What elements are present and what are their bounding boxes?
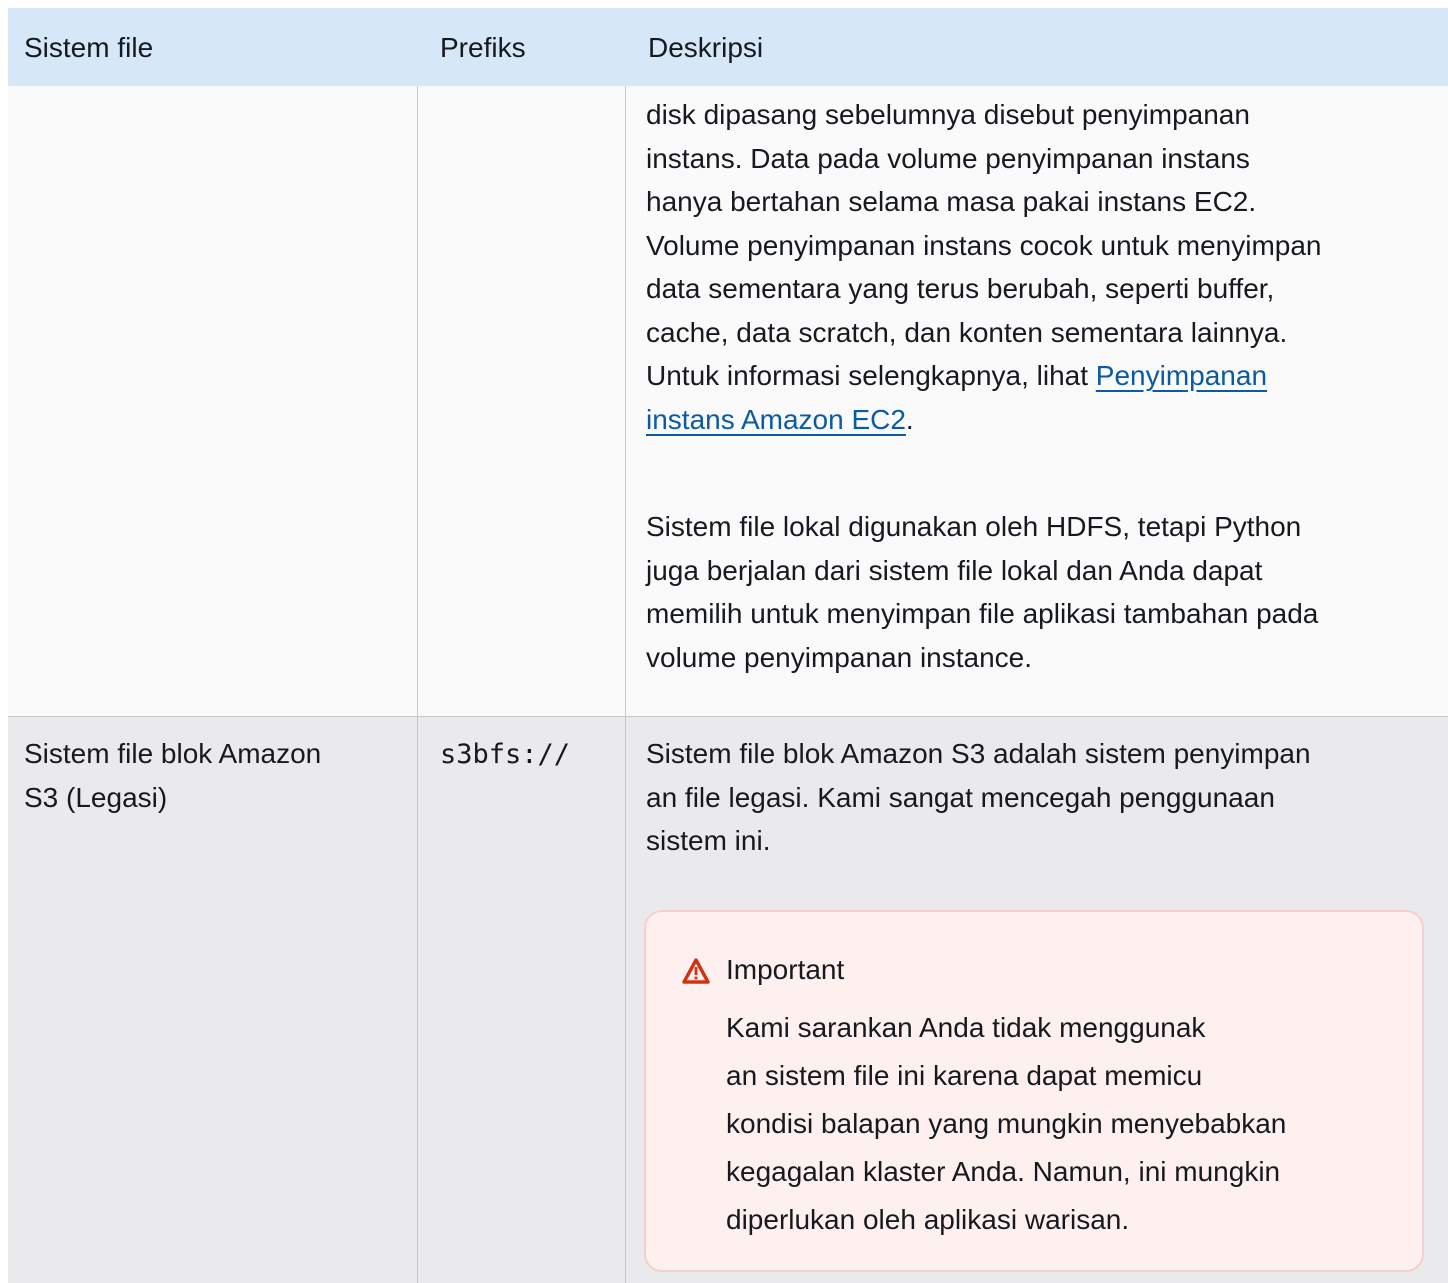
- row1-paragraph-2: Sistem file lokal digunakan oleh HDFS, t…: [646, 505, 1318, 679]
- filesystem-line: S3 (Legasi): [24, 781, 168, 813]
- ec2-instance-store-link[interactable]: instans Amazon EC2: [646, 404, 906, 435]
- column-divider: [417, 86, 418, 1283]
- description-line: hanya bertahan selama masa pakai instans…: [646, 186, 1257, 217]
- filesystem-table: Sistem file Prefiks Deskripsi disk dipas…: [8, 8, 1448, 1283]
- alert-line: an sistem file ini karena dapat memicu: [726, 1060, 1203, 1091]
- description-line: memilih untuk menyimpan file aplikasi ta…: [646, 598, 1319, 629]
- row2-filesystem-name: Sistem file blok Amazon S3 (Legasi): [24, 732, 321, 819]
- description-line: Sistem file blok Amazon S3 adalah sistem…: [646, 738, 1311, 769]
- header-sistem-file: Sistem file: [24, 32, 154, 63]
- alert-body: Kami sarankan Anda tidak menggunak an si…: [726, 1004, 1286, 1244]
- alert-line: kondisi balapan yang mungkin menyebabkan: [726, 1108, 1287, 1139]
- more-info-line: instans Amazon EC2.: [646, 398, 1322, 442]
- row1-description: disk dipasang sebelumnya disebut penyimp…: [646, 93, 1322, 441]
- important-alert: Important Kami sarankan Anda tidak mengg…: [644, 910, 1424, 1272]
- description-line: juga berjalan dari sistem file lokal dan…: [646, 554, 1263, 586]
- header-prefiks: Prefiks: [440, 32, 526, 63]
- warning-triangle-icon: [682, 958, 710, 984]
- description-line: Sistem file lokal digunakan oleh HDFS, t…: [646, 511, 1302, 542]
- row2-prefix: s3bfs://: [440, 739, 571, 770]
- alert-title: Important: [726, 954, 845, 985]
- more-info-line: Untuk informasi selengkapnya, lihat Peny…: [646, 354, 1322, 398]
- filesystem-line: Sistem file blok Amazon: [24, 738, 322, 769]
- description-line: disk dipasang sebelumnya disebut penyimp…: [646, 99, 1250, 130]
- description-line: data sementara yang terus berubah, seper…: [646, 273, 1275, 304]
- alert-line: diperlukan oleh aplikasi warisan.: [726, 1204, 1130, 1235]
- column-divider: [625, 86, 626, 1283]
- description-line: an file legasi. Kami sangat mencegah pen…: [646, 781, 1275, 813]
- alert-line: Kami sarankan Anda tidak menggunak: [726, 1012, 1206, 1043]
- description-line: Volume penyimpanan instans cocok untuk m…: [646, 229, 1322, 261]
- link-period: .: [905, 403, 914, 435]
- ec2-instance-store-link[interactable]: Penyimpanan: [1096, 360, 1267, 391]
- more-info-text: Untuk informasi selengkapnya, lihat: [646, 360, 1096, 391]
- alert-line: kegagalan klaster Anda. Namun, ini mungk…: [726, 1156, 1281, 1187]
- description-line: instans. Data pada volume penyimpanan in…: [646, 142, 1250, 174]
- row2-description: Sistem file blok Amazon S3 adalah sistem…: [646, 732, 1311, 863]
- description-line: sistem ini.: [646, 825, 771, 856]
- row-divider: [8, 716, 1448, 717]
- description-line: cache, data scratch, dan konten sementar…: [646, 316, 1288, 348]
- description-line: volume penyimpanan instance.: [646, 641, 1033, 673]
- header-deskripsi: Deskripsi: [648, 32, 764, 63]
- table-header: Sistem file Prefiks Deskripsi: [8, 8, 1448, 86]
